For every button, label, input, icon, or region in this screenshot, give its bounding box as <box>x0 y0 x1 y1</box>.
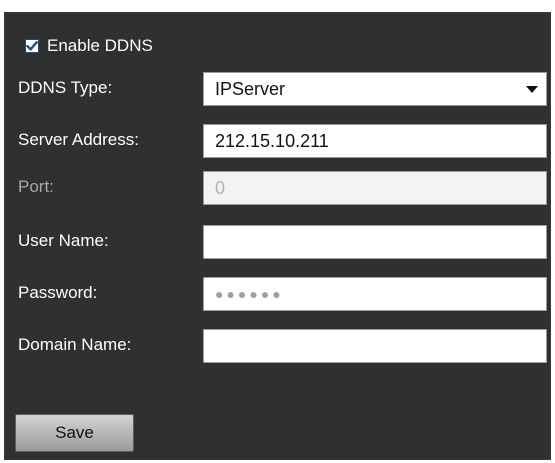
port-label: Port: <box>18 177 54 196</box>
ddns-type-select[interactable]: IPServer <box>203 72 547 106</box>
save-button-label: Save <box>55 423 94 442</box>
password-input[interactable]: ●●●●●● <box>203 277 547 311</box>
enable-ddns-checkbox[interactable] <box>25 39 39 53</box>
ddns-type-value: IPServer <box>215 78 286 99</box>
enable-ddns-label: Enable DDNS <box>47 36 153 55</box>
password-label: Password: <box>18 283 98 302</box>
port-input[interactable]: 0 <box>203 171 547 205</box>
ddns-settings-panel: Enable DDNS DDNS Type: IPServer Server A… <box>4 12 551 460</box>
port-value: 0 <box>215 177 226 198</box>
user-name-label: User Name: <box>18 231 109 250</box>
domain-name-input[interactable] <box>203 329 547 363</box>
ddns-type-label: DDNS Type: <box>18 78 113 97</box>
domain-name-label: Domain Name: <box>18 335 132 354</box>
enable-ddns-row: Enable DDNS <box>25 35 153 57</box>
server-address-input[interactable]: 212.15.10.211 <box>203 124 547 158</box>
server-address-label: Server Address: <box>18 130 139 149</box>
user-name-input[interactable] <box>203 225 547 259</box>
checkmark-icon <box>26 40 38 52</box>
save-button[interactable]: Save <box>15 414 134 452</box>
caret-down-icon[interactable] <box>526 86 538 93</box>
password-masked-value: ●●●●●● <box>215 286 284 302</box>
server-address-value: 212.15.10.211 <box>215 130 329 151</box>
